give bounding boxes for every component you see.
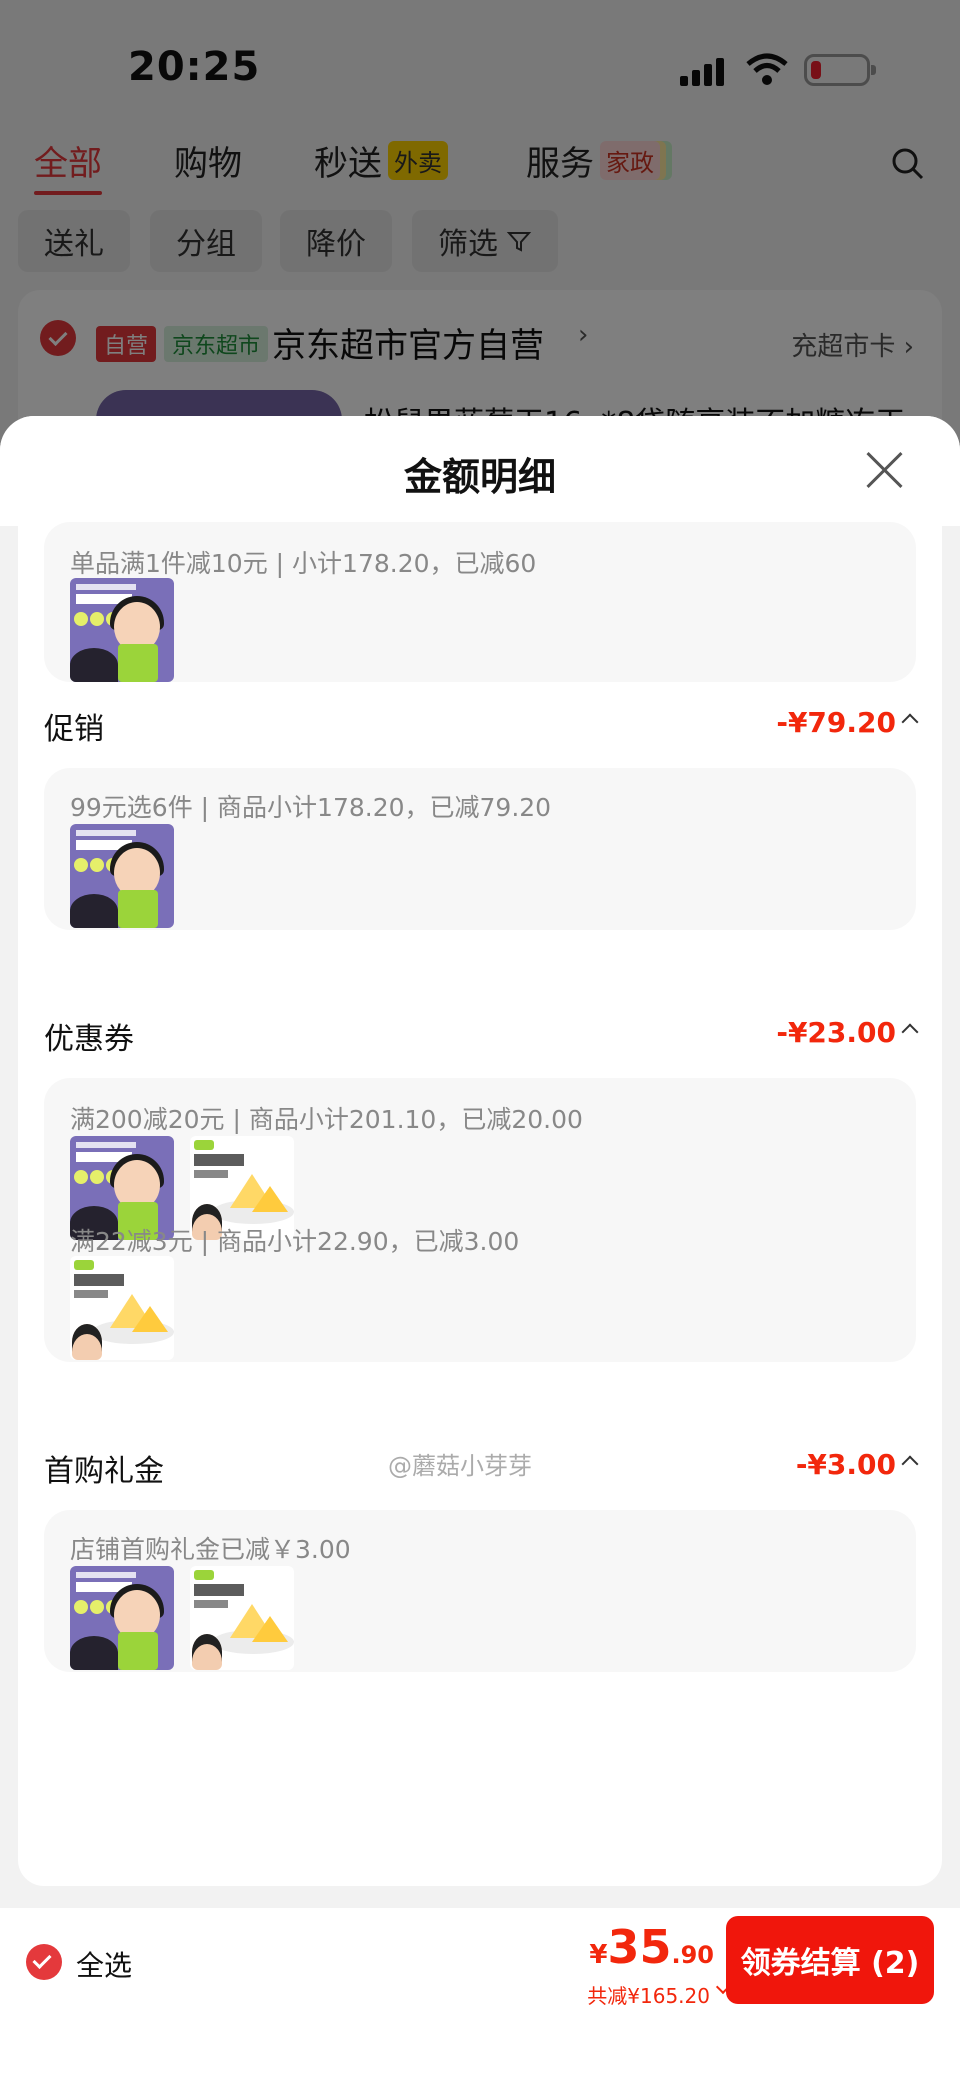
select-all-label[interactable]: 全选 — [76, 1944, 132, 1984]
single-item-discount-text: 单品满1件减10元 | 小计178.20，已减60 — [70, 549, 537, 578]
checkout-bar: 全选 ¥35.90 共减¥165.20 领券结算 (2) — [0, 1908, 960, 2086]
sheet-title: 金额明细 — [403, 455, 556, 499]
promo-label: 促销 — [44, 712, 104, 747]
amount-detail-sheet: 金额明细 单品满1件减10元 | 小计178.20，已减60 促销 -¥79.2… — [0, 416, 960, 2086]
select-all-checkbox[interactable] — [26, 1944, 62, 1980]
first-gift-amount: -¥3.00 — [795, 1448, 896, 1481]
cheese-product-thumbnail — [190, 1566, 294, 1670]
promo-amount: -¥79.20 — [776, 706, 896, 739]
total-price: ¥35.90 — [589, 1920, 714, 1974]
chevron-up-icon — [901, 1455, 919, 1473]
close-icon[interactable] — [864, 450, 904, 490]
coupon-amount: -¥23.00 — [776, 1016, 896, 1049]
coupon-detail-text-2: 满22减3元 | 商品小计22.90，已减3.00 — [70, 1227, 520, 1256]
chevron-up-icon — [901, 1023, 919, 1041]
coupon-label: 优惠券 — [44, 1022, 134, 1057]
checkout-button[interactable]: 领券结算 (2) — [726, 1916, 934, 2004]
first-gift-label: 首购礼金 — [44, 1454, 164, 1489]
coupon-section-header[interactable]: 优惠券 -¥23.00 — [44, 1014, 919, 1064]
single-item-discount-box: 单品满1件减10元 | 小计178.20，已减60 — [44, 522, 916, 682]
blueberry-product-thumbnail — [70, 824, 174, 928]
cheese-product-thumbnail — [70, 1256, 174, 1360]
coupon-detail-box: 满200减20元 | 商品小计201.10，已减20.00 满22减3元 | 商… — [44, 1078, 916, 1362]
sheet-body: 单品满1件减10元 | 小计178.20，已减60 促销 -¥79.20 99元… — [18, 522, 942, 1886]
total-discount-link[interactable]: 共减¥165.20 — [587, 1980, 710, 2009]
promo-section-header[interactable]: 促销 -¥79.20 — [44, 704, 919, 754]
promo-detail-box: 99元选6件 | 商品小计178.20，已减79.20 — [44, 768, 916, 930]
sheet-header: 金额明细 — [0, 416, 960, 526]
promo-detail-text: 99元选6件 | 商品小计178.20，已减79.20 — [70, 793, 552, 822]
blueberry-product-thumbnail — [70, 578, 174, 682]
blueberry-product-thumbnail — [70, 1566, 174, 1670]
first-gift-detail-box: 店铺首购礼金已减￥3.00 — [44, 1510, 916, 1672]
first-gift-detail-text: 店铺首购礼金已减￥3.00 — [70, 1535, 351, 1564]
watermark-text: @蘑菇小芽芽 — [388, 1452, 532, 1480]
coupon-detail-text-1: 满200减20元 | 商品小计201.10，已减20.00 — [70, 1105, 583, 1134]
chevron-up-icon — [901, 713, 919, 731]
